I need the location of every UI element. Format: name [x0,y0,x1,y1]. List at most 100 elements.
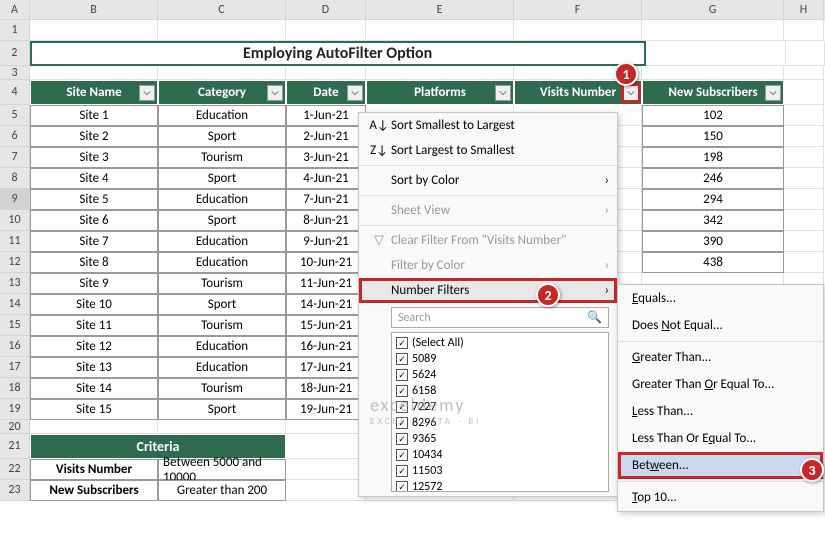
row-header-10[interactable]: 10 [0,210,30,231]
row-header-22[interactable]: 22 [0,459,30,480]
sort-by-color-item[interactable]: Sort by Color› [359,168,617,193]
row-header-12[interactable]: 12 [0,252,30,273]
filter-button-category[interactable] [267,85,283,101]
filter-checkbox-item[interactable]: ✓7227 [394,399,606,415]
filter-checkbox-item[interactable]: ✓5089 [394,351,606,367]
row-header-23[interactable]: 23 [0,480,30,501]
row-header-21[interactable]: 21 [0,434,30,459]
less-than-item[interactable]: Less Than... [618,398,823,425]
table-cell-site[interactable]: Site 2 [30,126,158,147]
filter-checkbox-item[interactable]: ✓5624 [394,367,606,383]
table-cell-date[interactable]: 3-Jun-21 [286,147,366,168]
filter-checkbox-item[interactable]: ✓9365 [394,431,606,447]
table-cell-site[interactable]: Site 1 [30,105,158,126]
col-header-E[interactable]: E [366,0,514,19]
table-cell-category[interactable]: Sport [158,126,286,147]
sort-ascending-item[interactable]: A↓Sort Smallest to Largest [359,113,617,138]
row-header-15[interactable]: 15 [0,315,30,336]
row-header-14[interactable]: 14 [0,294,30,315]
col-header-F[interactable]: F [514,0,642,19]
table-cell-category[interactable]: Sport [158,210,286,231]
row-header-18[interactable]: 18 [0,378,30,399]
table-cell-category[interactable]: Education [158,231,286,252]
table-cell-subscribers[interactable]: 438 [642,252,784,273]
table-cell-subscribers[interactable]: 102 [642,105,784,126]
filter-checkbox-item[interactable]: ✓11503 [394,463,606,479]
table-cell-site[interactable]: Site 13 [30,357,158,378]
top-10-item[interactable]: Top 10... [618,484,823,511]
row-header-2[interactable]: 2 [0,41,30,66]
table-cell-category[interactable]: Education [158,189,286,210]
table-cell-date[interactable]: 15-Jun-21 [286,315,366,336]
filter-button-platforms[interactable] [495,85,511,101]
table-cell-date[interactable]: 10-Jun-21 [286,252,366,273]
less-equal-item[interactable]: Less Than Or Equal To... [618,425,823,452]
table-cell-category[interactable]: Education [158,105,286,126]
table-cell-category[interactable]: Sport [158,399,286,420]
table-cell-category[interactable]: Sport [158,294,286,315]
table-cell-subscribers[interactable]: 294 [642,189,784,210]
table-cell-date[interactable]: 1-Jun-21 [286,105,366,126]
row-header-9[interactable]: 9 [0,189,30,210]
table-cell-date[interactable]: 9-Jun-21 [286,231,366,252]
row-header-8[interactable]: 8 [0,168,30,189]
table-cell-date[interactable]: 17-Jun-21 [286,357,366,378]
sort-descending-item[interactable]: Z↓Sort Largest to Smallest [359,138,617,163]
equals-item[interactable]: Equals... [618,285,823,312]
col-header-C[interactable]: C [158,0,286,19]
table-cell-site[interactable]: Site 15 [30,399,158,420]
filter-button-site[interactable] [139,85,155,101]
table-cell-site[interactable]: Site 14 [30,378,158,399]
table-cell-subscribers[interactable]: 390 [642,231,784,252]
col-header-G[interactable]: G [642,0,784,19]
greater-than-item[interactable]: Greater Than... [618,344,823,371]
row-header-11[interactable]: 11 [0,231,30,252]
row-header-5[interactable]: 5 [0,105,30,126]
greater-equal-item[interactable]: Greater Than Or Equal To... [618,371,823,398]
table-cell-site[interactable]: Site 6 [30,210,158,231]
col-header-B[interactable]: B [30,0,158,19]
table-cell-date[interactable]: 18-Jun-21 [286,378,366,399]
number-filters-item[interactable]: Number Filters› [359,278,617,303]
row-header-7[interactable]: 7 [0,147,30,168]
table-cell-site[interactable]: Site 9 [30,273,158,294]
filter-search-input[interactable]: Search🔍 [391,307,609,328]
filter-checkbox-item[interactable]: ✓12572 [394,479,606,492]
table-cell-site[interactable]: Site 7 [30,231,158,252]
row-header-20[interactable]: 20 [0,420,30,434]
table-cell-site[interactable]: Site 5 [30,189,158,210]
table-cell-subscribers[interactable]: 342 [642,210,784,231]
row-header-19[interactable]: 19 [0,399,30,420]
table-cell-site[interactable]: Site 3 [30,147,158,168]
table-cell-date[interactable]: 19-Jun-21 [286,399,366,420]
table-cell-category[interactable]: Tourism [158,378,286,399]
filter-button-date[interactable] [347,85,363,101]
between-item[interactable]: Between... [618,452,823,479]
col-header-H[interactable]: H [784,0,824,19]
table-cell-date[interactable]: 2-Jun-21 [286,126,366,147]
table-cell-category[interactable]: Education [158,336,286,357]
table-cell-date[interactable]: 11-Jun-21 [286,273,366,294]
table-cell-date[interactable]: 14-Jun-21 [286,294,366,315]
filter-button-subscribers[interactable] [765,85,781,101]
table-cell-date[interactable]: 4-Jun-21 [286,168,366,189]
row-header-17[interactable]: 17 [0,357,30,378]
table-cell-site[interactable]: Site 10 [30,294,158,315]
filter-checkbox-item[interactable]: ✓10434 [394,447,606,463]
filter-button-visits[interactable] [623,85,639,101]
table-cell-site[interactable]: Site 4 [30,168,158,189]
filter-checkbox-item[interactable]: ✓6158 [394,383,606,399]
row-header-1[interactable]: 1 [0,20,30,41]
table-cell-category[interactable]: Tourism [158,273,286,294]
table-cell-category[interactable]: Tourism [158,147,286,168]
row-header-16[interactable]: 16 [0,336,30,357]
filter-checkbox-item[interactable]: ✓(Select All) [394,335,606,351]
table-cell-category[interactable]: Education [158,357,286,378]
table-cell-category[interactable]: Education [158,252,286,273]
row-header-13[interactable]: 13 [0,273,30,294]
table-cell-subscribers[interactable]: 198 [642,147,784,168]
col-header-A[interactable]: A [0,0,30,19]
table-cell-site[interactable]: Site 11 [30,315,158,336]
col-header-D[interactable]: D [286,0,366,19]
table-cell-subscribers[interactable]: 150 [642,126,784,147]
